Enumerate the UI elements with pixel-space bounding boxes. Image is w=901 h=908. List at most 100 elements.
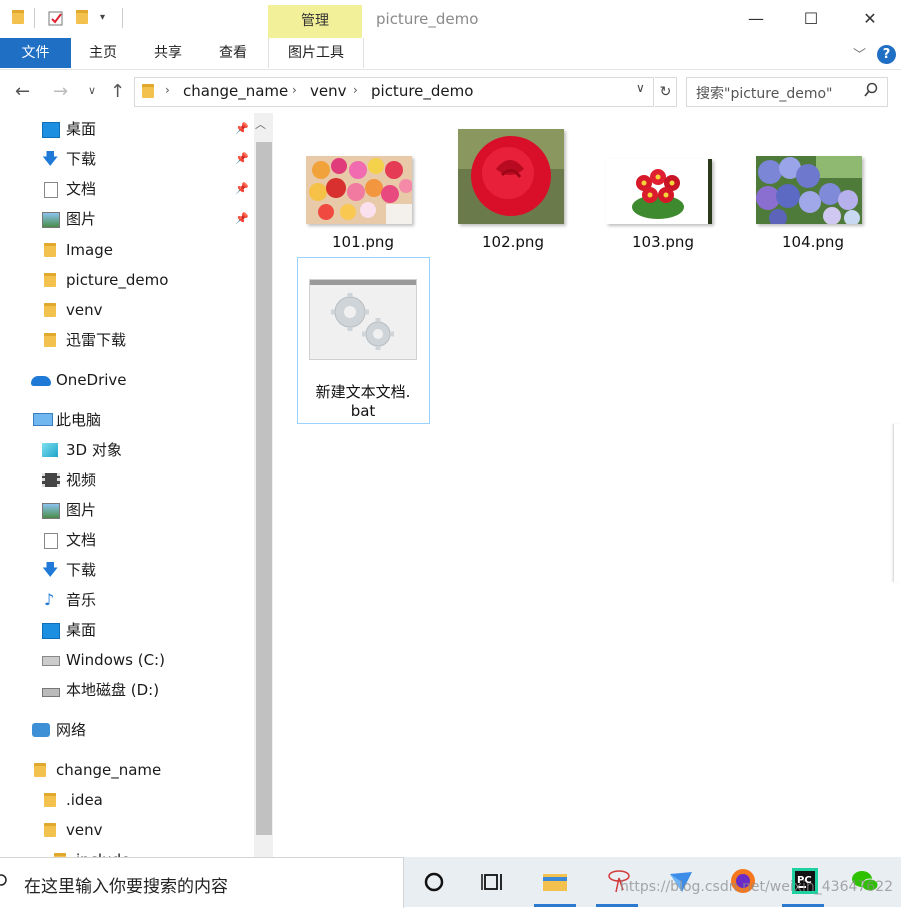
- sidebar-item-onedrive[interactable]: OneDrive: [0, 367, 254, 393]
- sidebar-item-change-name[interactable]: change_name: [0, 757, 254, 783]
- navigation-pane: 桌面 📌 🡇 下载 📌 文档 📌 图片 📌 Image picture_demo…: [0, 113, 254, 860]
- back-arrow-icon[interactable]: ←: [15, 81, 30, 102]
- sidebar-item-this-pc[interactable]: 此电脑: [0, 407, 254, 433]
- sidebar-item-documents[interactable]: 文档 📌: [0, 176, 254, 202]
- computer-icon: [33, 413, 53, 426]
- download-icon: 🡇: [42, 560, 59, 579]
- folder-icon: [44, 273, 56, 287]
- sidebar-item-label: 视频: [66, 471, 97, 489]
- batch-file-icon: [309, 279, 417, 360]
- file-item[interactable]: 103.png: [598, 127, 728, 257]
- sidebar-item-idea[interactable]: .idea: [0, 787, 254, 813]
- pin-icon[interactable]: 📌: [235, 176, 249, 202]
- sidebar-item-network[interactable]: 网络: [0, 717, 254, 743]
- breadcrumb-picture-demo[interactable]: picture_demo: [371, 82, 473, 100]
- file-explorer-taskbar-icon[interactable]: [540, 866, 570, 896]
- address-bar[interactable]: › change_name › venv › picture_demo: [134, 77, 654, 107]
- file-name-line1: 新建文本文档.: [315, 383, 411, 401]
- document-icon: [44, 533, 58, 549]
- chevron-down-icon[interactable]: ﹀: [853, 44, 866, 63]
- tab-file[interactable]: 文件: [0, 38, 71, 68]
- image-thumbnail: [606, 159, 712, 224]
- sidebar-item-pictures-pc[interactable]: 图片: [0, 497, 254, 523]
- help-button[interactable]: ?: [877, 45, 896, 64]
- search-placeholder: 搜索"picture_demo": [696, 86, 833, 102]
- window-title: picture_demo: [376, 10, 479, 28]
- image-thumbnail: [458, 129, 564, 224]
- new-folder-icon[interactable]: [76, 10, 92, 26]
- sidebar-item-label: OneDrive: [56, 371, 127, 389]
- nav-scrollbar-thumb[interactable]: [256, 142, 272, 835]
- tab-home[interactable]: 主页: [80, 38, 126, 68]
- sidebar-item-music[interactable]: ♪ 音乐: [0, 587, 254, 613]
- file-name: 102.png: [482, 233, 544, 251]
- tab-share[interactable]: 共享: [145, 38, 191, 68]
- picture-icon: [42, 503, 60, 519]
- 3d-objects-icon: [42, 443, 58, 457]
- search-icon[interactable]: [863, 82, 879, 102]
- ribbon-tabs: 文件 主页 共享 查看 图片工具: [0, 38, 901, 70]
- music-icon: ♪: [44, 590, 55, 609]
- breadcrumb-separator[interactable]: ›: [165, 83, 170, 97]
- up-arrow-icon[interactable]: ↑: [110, 81, 125, 102]
- sidebar-item-venv[interactable]: venv: [0, 297, 254, 323]
- forward-arrow-icon[interactable]: →: [53, 81, 68, 102]
- pin-icon[interactable]: 📌: [235, 206, 249, 232]
- file-item-selected[interactable]: 新建文本文档. bat: [297, 257, 430, 424]
- sidebar-item-desktop-pc[interactable]: 桌面: [0, 617, 254, 643]
- sidebar-item-drive-d[interactable]: 本地磁盘 (D:): [0, 677, 254, 703]
- sidebar-item-videos[interactable]: 视频: [0, 467, 254, 493]
- sidebar-item-label: Windows (C:): [66, 651, 165, 669]
- sidebar-item-label: 本地磁盘 (D:): [66, 681, 160, 699]
- close-button[interactable]: ✕: [843, 0, 897, 38]
- sidebar-item-downloads-pc[interactable]: 🡇 下载: [0, 557, 254, 583]
- breadcrumb-separator[interactable]: ›: [353, 83, 358, 97]
- sidebar-item-drive-c[interactable]: Windows (C:): [0, 647, 254, 673]
- taskbar-search-box[interactable]: 在这里输入你要搜索的内容: [0, 857, 404, 908]
- sidebar-item-xunlei-downloads[interactable]: 迅雷下载: [0, 327, 254, 353]
- sidebar-item-documents-pc[interactable]: 文档: [0, 527, 254, 553]
- pin-icon[interactable]: 📌: [235, 116, 249, 142]
- sidebar-item-label: .idea: [66, 791, 103, 809]
- folder-icon: [44, 333, 56, 347]
- pin-icon[interactable]: 📌: [235, 146, 249, 172]
- sidebar-item-pictures[interactable]: 图片 📌: [0, 206, 254, 232]
- refresh-icon[interactable]: ↻: [655, 77, 677, 107]
- cortana-icon[interactable]: [420, 866, 450, 896]
- tab-view[interactable]: 查看: [210, 38, 256, 68]
- watermark: https://blog.csdn.net/weixin_43647622: [620, 879, 894, 895]
- customize-toolbar-icon[interactable]: ▾: [100, 12, 105, 23]
- file-name: 104.png: [782, 233, 844, 251]
- maximize-button[interactable]: ☐: [784, 0, 838, 38]
- file-item[interactable]: 102.png: [448, 127, 578, 257]
- chevron-up-icon[interactable]: ︿: [255, 116, 266, 132]
- recent-locations-icon[interactable]: ∨: [88, 84, 96, 97]
- properties-icon[interactable]: [48, 10, 64, 26]
- sidebar-item-image[interactable]: Image: [0, 237, 254, 263]
- desktop-icon: [42, 122, 60, 138]
- sidebar-item-label: 文档: [66, 531, 97, 549]
- file-item[interactable]: 101.png: [298, 127, 428, 257]
- minimize-button[interactable]: —: [729, 0, 783, 38]
- breadcrumb-change-name[interactable]: change_name: [183, 82, 288, 100]
- windows-drive-icon: [42, 656, 60, 666]
- breadcrumb-separator[interactable]: ›: [292, 83, 297, 97]
- sidebar-item-downloads[interactable]: 🡇 下载 📌: [0, 146, 254, 172]
- sidebar-item-label: 3D 对象: [66, 441, 122, 459]
- sidebar-item-venv-tree[interactable]: venv: [0, 817, 254, 843]
- search-input[interactable]: 搜索"picture_demo": [686, 77, 888, 107]
- video-icon: [42, 473, 60, 487]
- sidebar-item-3d-objects[interactable]: 3D 对象: [0, 437, 254, 463]
- sidebar-item-picture-demo[interactable]: picture_demo: [0, 267, 254, 293]
- file-item[interactable]: 104.png: [748, 127, 878, 257]
- sidebar-item-desktop[interactable]: 桌面 📌: [0, 116, 254, 142]
- task-view-icon[interactable]: [478, 866, 508, 896]
- chevron-down-icon[interactable]: ∨: [636, 81, 645, 95]
- breadcrumb-venv[interactable]: venv: [310, 82, 347, 100]
- tab-picture-tools[interactable]: 图片工具: [268, 38, 364, 68]
- manage-tab[interactable]: 管理: [268, 5, 362, 38]
- sidebar-item-label: 迅雷下载: [66, 331, 127, 349]
- taskbar-search-placeholder: 在这里输入你要搜索的内容: [24, 877, 228, 897]
- side-panel-edge[interactable]: [893, 424, 901, 582]
- divider: [34, 8, 35, 28]
